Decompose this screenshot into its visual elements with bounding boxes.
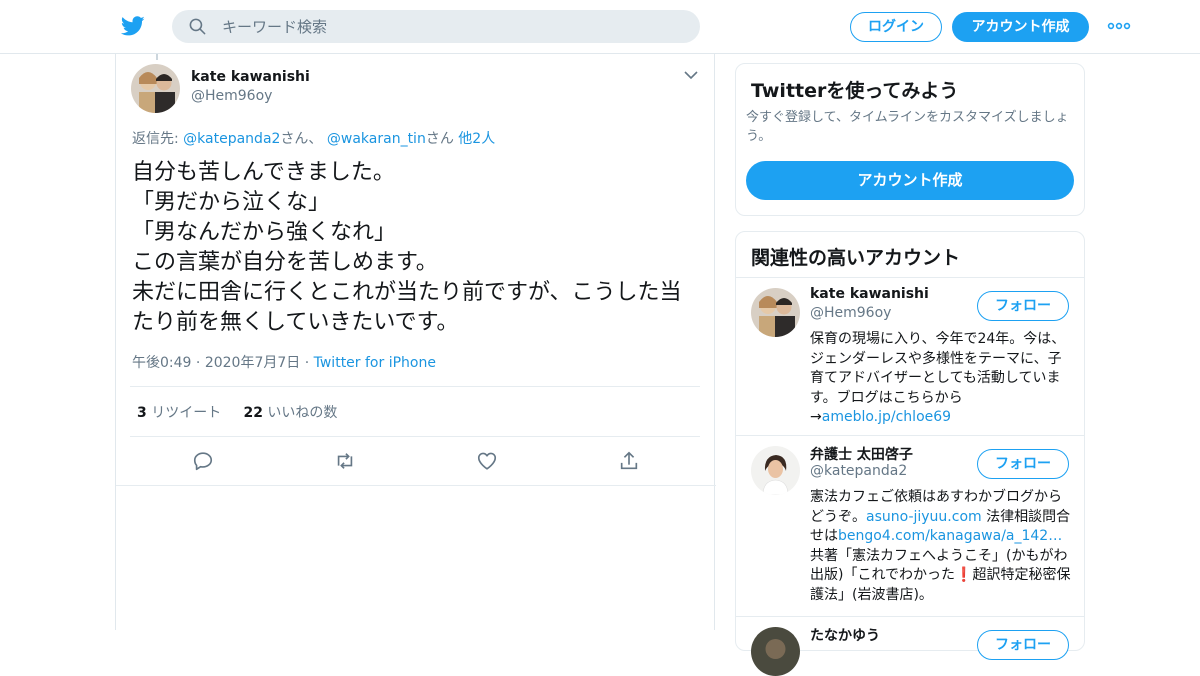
twitter-logo-icon[interactable] [120,14,146,38]
author-avatar[interactable] [131,64,180,113]
reply-user-link[interactable]: @wakaran_tin [327,131,426,147]
tweet-source-link[interactable]: Twitter for iPhone [314,355,436,371]
related-account-avatar[interactable] [751,446,800,495]
search-box[interactable] [172,10,700,43]
thread-connector [156,54,158,60]
like-label: いいねの数 [267,405,338,421]
author-handle[interactable]: @Hem96oy [191,88,272,104]
login-button[interactable]: ログイン [850,12,942,42]
signup-button[interactable]: アカウント作成 [952,12,1089,42]
divider [130,386,700,387]
follow-button[interactable]: フォロー [977,449,1069,479]
tweet-stats: 3 リツイート 22 いいねの数 [137,402,337,422]
related-account-bio: 憲法カフェご依頼はあすわかブログからどうぞ。asuno-jiyuu.com 法律… [810,488,1072,605]
related-account-item[interactable]: 弁護士 太田啓子 @katepanda2 フォロー 憲法カフェご依頼はあすわかブ… [736,436,1084,616]
related-account-avatar[interactable] [751,627,800,676]
related-accounts-card: 関連性の高いアカウント kate kawanishi @Hem96oy フォロー… [735,231,1085,676]
related-account-handle[interactable]: @katepanda2 [810,463,907,479]
follow-button[interactable]: フォロー [977,291,1069,321]
share-icon[interactable] [618,450,640,472]
related-account-name[interactable]: 弁護士 太田啓子 [810,444,913,464]
retweet-count: 3 [137,405,147,421]
reply-honorific: さん [425,131,454,147]
chevron-down-icon[interactable] [684,70,698,80]
reply-prefix: 返信先: [132,131,184,147]
related-account-item[interactable]: たなかゆう フォロー [736,617,1084,676]
tweet-time[interactable]: 午後0:49 [132,355,191,371]
reply-context: 返信先: @katepanda2さん、 @wakaran_tinさん 他2人 [132,128,495,148]
bio-link[interactable]: ameblo.jp/chloe69 [822,409,951,425]
signup-card-description: 今すぐ登録して、タイムラインをカスタマイズしましょう。 [746,110,1069,144]
reply-others-link[interactable]: 他2人 [458,131,495,147]
more-options-icon[interactable] [1107,18,1131,34]
search-icon [189,18,206,35]
tweet-text: 自分も苦しんできました。 「男だから泣くな」 「男なんだから強くなれ」 この言葉… [132,160,682,335]
related-account-bio: 保育の現場に入り、今年で24年。今は、ジェンダーレスや多様性をテーマに、子育てア… [810,330,1072,428]
like-icon[interactable] [476,450,498,472]
related-accounts-title: 関連性の高いアカウント [751,247,961,269]
author-name[interactable]: kate kawanishi [191,69,310,85]
tweet-column: kate kawanishi @Hem96oy 返信先: @katepanda2… [115,54,716,630]
divider [130,436,700,437]
tweet-actions [116,450,716,472]
reply-icon[interactable] [192,450,214,472]
related-account-item[interactable]: kate kawanishi @Hem96oy フォロー 保育の現場に入り、今年… [736,278,1084,435]
search-input[interactable] [222,10,682,43]
tweet-metadata: 午後0:49 · 2020年7月7日 · Twitter for iPhone [132,355,436,371]
divider [116,485,716,486]
signup-card-button[interactable]: アカウント作成 [746,161,1074,200]
bio-link[interactable]: asuno-jiyuu.com [866,509,982,525]
related-account-avatar[interactable] [751,288,800,337]
exclamation-icon: ❗ [955,567,973,583]
retweet-label: リツイート [151,405,222,421]
signup-card: Twitterを使ってみよう 今すぐ登録して、タイムラインをカスタマイズしましょ… [735,63,1085,216]
related-account-name[interactable]: kate kawanishi [810,286,929,302]
related-account-name[interactable]: たなかゆう [810,625,880,645]
related-account-handle[interactable]: @Hem96oy [810,305,891,321]
reply-honorific: さん、 [280,131,323,147]
reply-user-link[interactable]: @katepanda2 [183,131,280,147]
signup-card-title: Twitterを使ってみよう [751,80,959,102]
tweet-date[interactable]: 2020年7月7日 [205,355,300,371]
retweet-icon[interactable] [334,450,356,472]
follow-button[interactable]: フォロー [977,630,1069,660]
retweet-stat[interactable]: 3 リツイート [137,405,221,421]
bio-link[interactable]: bengo4.com/kanagawa/a_142… [838,528,1062,544]
top-bar: ログイン アカウント作成 [0,0,1200,54]
like-stat[interactable]: 22 いいねの数 [243,405,337,421]
like-count: 22 [243,405,263,421]
